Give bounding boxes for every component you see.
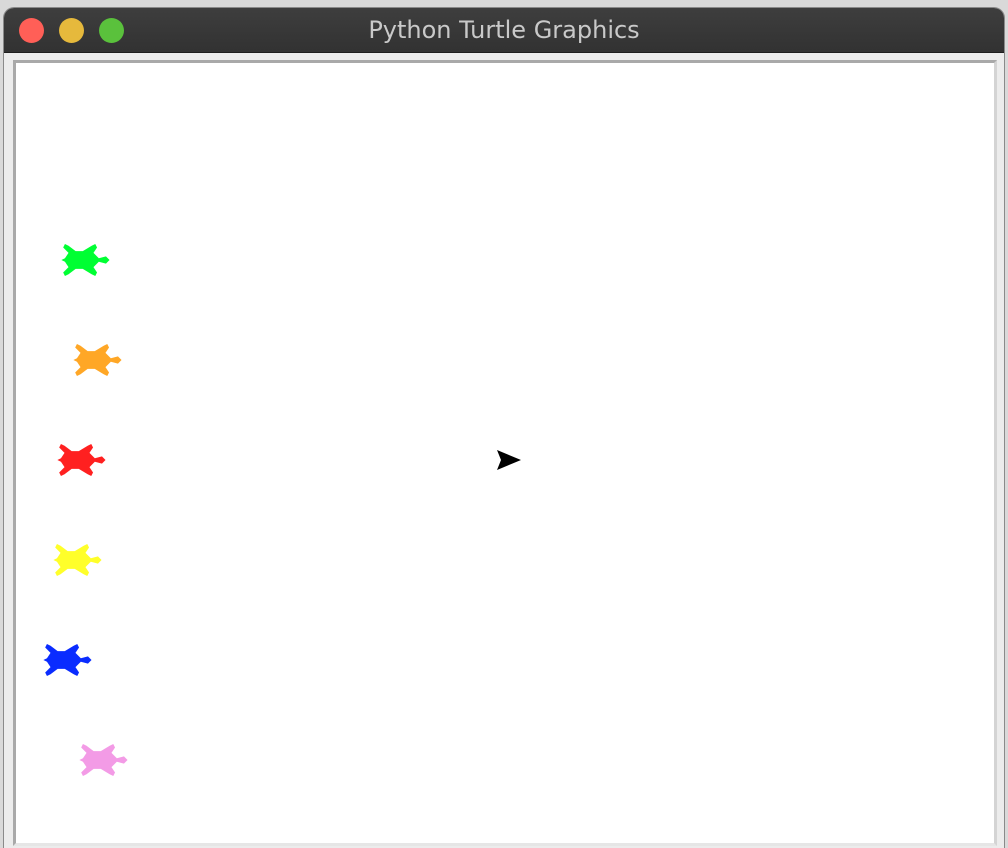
turtle-2 xyxy=(73,343,122,377)
turtle-cursor-arrow xyxy=(497,450,521,470)
turtle-5 xyxy=(43,643,92,677)
turtle-4 xyxy=(53,543,102,577)
turtle-1 xyxy=(61,243,110,277)
turtle-3 xyxy=(57,443,106,477)
window-title: Python Turtle Graphics xyxy=(368,16,640,44)
turtle-graphics-window: Python Turtle Graphics xyxy=(4,8,1004,848)
cursor-layer xyxy=(497,450,521,470)
turtle-canvas[interactable] xyxy=(13,60,997,846)
drawing-surface[interactable] xyxy=(16,63,994,843)
title-bar[interactable]: Python Turtle Graphics xyxy=(4,8,1004,53)
turtle-6 xyxy=(79,743,128,777)
turtles-layer xyxy=(43,243,128,777)
